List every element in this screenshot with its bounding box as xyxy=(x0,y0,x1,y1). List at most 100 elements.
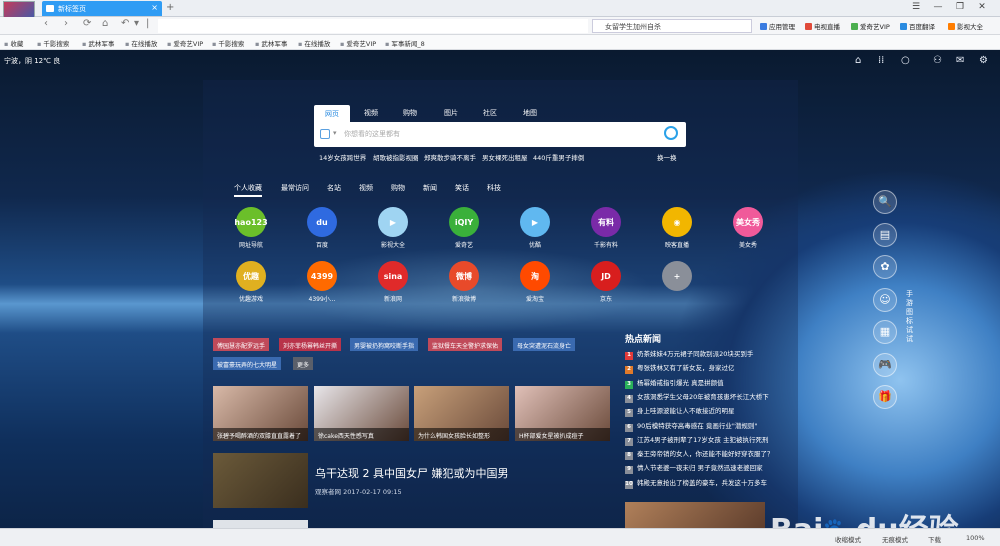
search-tab-web[interactable]: 网页 xyxy=(314,105,350,122)
category-tab-jokes[interactable]: 笑话 xyxy=(455,183,469,193)
chevron-down-icon[interactable]: ▾ xyxy=(134,18,139,29)
bookmark-item[interactable]: 军事新闻_8 xyxy=(385,38,424,48)
news-thumbnail[interactable]: 张碧予喝醉酒的双膝直直露着了 xyxy=(213,386,308,441)
app-shortcut[interactable]: du 百度 xyxy=(290,207,354,249)
close-tab-icon[interactable]: × xyxy=(151,3,158,12)
app-shortcut[interactable]: iQIY 爱奇艺 xyxy=(432,207,496,249)
home-icon[interactable]: ⌂ xyxy=(855,55,861,66)
hot-news-item[interactable]: 5 身上哇源波能让人不敢接近的明星 xyxy=(625,405,785,418)
toolbar-app-manage[interactable]: 应用管理 xyxy=(760,21,795,31)
hot-news-item[interactable]: 1 奶茶妹妹4万元裙子同款别派20块买到手 xyxy=(625,348,785,361)
app-shortcut[interactable]: 优趣 优趣游戏 xyxy=(219,261,283,303)
hot-search-item[interactable]: 男女裸死出租屋 xyxy=(482,152,528,162)
bookmark-item[interactable]: 在线播放 xyxy=(298,38,330,48)
hot-news-item[interactable]: 9 情人节老婆一夜未归 男子竟然迅速老婆回家 xyxy=(625,462,785,475)
app-shortcut[interactable]: 微博 新浪微博 xyxy=(432,261,496,303)
compact-mode-toggle[interactable]: 收缩模式 xyxy=(835,534,861,544)
toolbar-tv-live[interactable]: 电视直播 xyxy=(805,21,840,31)
app-shortcut[interactable]: + xyxy=(645,261,709,294)
hot-search-item[interactable]: 440斤重男子摔倒 xyxy=(533,152,584,162)
address-bar[interactable] xyxy=(158,19,588,33)
category-tab-news[interactable]: 新闻 xyxy=(423,183,437,193)
gamepad-icon[interactable]: 🎮 xyxy=(873,352,897,377)
weather-widget[interactable]: 宁波，阴 12℃ 良 xyxy=(4,56,60,66)
smiley-icon[interactable]: ☺ xyxy=(873,287,897,312)
hot-news-item[interactable]: 4 女孩洞悉学生父母20年被育孩患坏长江大桥下 xyxy=(625,391,785,404)
search-engine-icon[interactable] xyxy=(320,129,330,139)
headline-title[interactable]: 乌干达现 2 具中国女尸 嫌犯或为中国男 xyxy=(315,465,509,481)
app-shortcut[interactable]: ▶ 优酷 xyxy=(503,207,567,249)
hot-news-item[interactable]: 6 90后模特获夺高毒感在 竟画行业"潜规则" xyxy=(625,420,785,433)
search-icon[interactable]: 🔍 xyxy=(873,190,897,214)
hot-search-item[interactable]: 胡歌被指影视圈 xyxy=(373,152,419,162)
category-tab-favorites[interactable]: 个人收藏 xyxy=(234,183,262,197)
search-tab-map[interactable]: 地图 xyxy=(523,108,537,118)
chevron-down-icon[interactable]: ▾ xyxy=(333,129,337,137)
app-shortcut[interactable]: sina 新浪网 xyxy=(361,261,425,303)
search-tab-images[interactable]: 图片 xyxy=(444,108,458,118)
new-tab-button[interactable]: + xyxy=(166,2,174,13)
app-shortcut[interactable]: ▶ 影视大全 xyxy=(361,207,425,249)
toolbar-video-center[interactable]: 影视大全 xyxy=(948,21,983,31)
film-reel-icon[interactable]: ✿ xyxy=(873,255,897,279)
side-text[interactable]: 手游图标试试 xyxy=(906,290,914,344)
bookmark-item[interactable]: 收藏 xyxy=(4,38,23,48)
app-shortcut[interactable]: 有料 千影有料 xyxy=(574,207,638,249)
app-shortcut[interactable]: 美女秀 美女秀 xyxy=(716,207,780,249)
toolbar-baidu-translate[interactable]: 百度翻译 xyxy=(900,21,935,31)
mail-icon[interactable]: ✉ xyxy=(956,55,964,66)
hot-tag[interactable]: 傅园慧亦配罗远手 xyxy=(213,338,270,351)
app-shortcut[interactable]: JD 京东 xyxy=(574,261,638,303)
search-tab-video[interactable]: 视频 xyxy=(364,108,378,118)
bookmark-item[interactable]: 在线播放 xyxy=(125,38,157,48)
hot-tag[interactable]: 监狱餐车天全警护求保佑 xyxy=(428,338,503,351)
hot-tag[interactable]: 更多 xyxy=(293,357,314,370)
news-icon[interactable]: ▤ xyxy=(873,222,897,247)
hot-news-item[interactable]: 2 粤张铁林又有了新女友，身家过亿 xyxy=(625,362,785,375)
gift-icon[interactable]: 🎁 xyxy=(873,385,897,409)
image-icon[interactable]: ▦ xyxy=(873,320,897,344)
menu-icon[interactable]: ☰ xyxy=(906,2,926,12)
hot-tag[interactable]: 母女突遭泥石流身亡 xyxy=(513,338,576,351)
user-icon[interactable]: ⚇ xyxy=(933,55,942,66)
toolbar-iqiyi-vip[interactable]: 爱奇艺VIP xyxy=(851,21,890,31)
search-tab-community[interactable]: 社区 xyxy=(483,108,497,118)
search-input[interactable]: 你想看的这里都有 xyxy=(344,129,400,139)
category-tab-tech[interactable]: 科技 xyxy=(487,183,501,193)
app-shortcut[interactable]: hao123 网址导航 xyxy=(219,207,283,249)
search-icon[interactable] xyxy=(664,126,678,140)
category-tab-shopping[interactable]: 购物 xyxy=(391,183,405,193)
tab-new-tab[interactable]: 新标签页 × xyxy=(42,1,162,16)
news-thumbnail[interactable]: H杯部爱女星被扒成痘子 xyxy=(515,386,610,441)
hot-news-item[interactable]: 7 江苏4男子被刑辈了17岁女孩 主犯被执行死刑 xyxy=(625,434,785,447)
bookmark-item[interactable]: 千影搜索 xyxy=(37,38,69,48)
hot-tag[interactable]: 被富豪玩弄的七大明星 xyxy=(213,357,282,370)
refresh-link[interactable]: 换一换 xyxy=(657,152,677,162)
hot-tag[interactable]: 男婴被扔狗窝咬断手指 xyxy=(350,338,419,351)
news-thumbnail[interactable]: 徐cake西天性感写真 xyxy=(314,386,409,441)
back-icon[interactable]: ‹ xyxy=(44,18,48,29)
news-thumbnail[interactable]: 为什么韩国女孩脸长如整形 xyxy=(414,386,509,441)
maximize-icon[interactable]: ❐ xyxy=(950,2,970,12)
refresh-icon[interactable]: ⟳ xyxy=(83,18,91,29)
hot-news-item[interactable]: 8 秦王旁帝销的女人，你还能不能好好穿衣服了？ xyxy=(625,448,785,461)
category-tab-video[interactable]: 视频 xyxy=(359,183,373,193)
bookmark-item[interactable]: 爱奇艺VIP xyxy=(167,38,203,48)
category-tab-famous[interactable]: 名站 xyxy=(327,183,341,193)
settings-icon[interactable]: ⚙ xyxy=(979,55,988,66)
forward-icon[interactable]: › xyxy=(64,18,68,29)
minimize-icon[interactable]: — xyxy=(928,2,948,12)
bookmark-item[interactable]: 千影搜索 xyxy=(212,38,244,48)
bookmark-item[interactable]: 武林军事 xyxy=(255,38,287,48)
app-shortcut[interactable]: 淘爱淘宝 xyxy=(503,261,567,303)
private-mode-toggle[interactable]: 无痕模式 xyxy=(882,534,908,544)
bookmark-item[interactable]: 爱奇艺VIP xyxy=(340,38,376,48)
hot-search-item[interactable]: 14岁女孩跨世界 xyxy=(319,152,366,162)
browser-search-input[interactable]: 女留学生加州自杀 xyxy=(592,19,752,33)
zoom-level[interactable]: 100% xyxy=(966,534,985,542)
app-shortcut[interactable]: 4399 4399小... xyxy=(290,261,354,303)
hot-news-item[interactable]: 3 杨幂婚戒指引爆光 真是拼颜值 xyxy=(625,377,785,390)
app-shortcut[interactable]: ◉ 映客直播 xyxy=(645,207,709,249)
undo-icon[interactable]: ↶ xyxy=(121,18,129,29)
headline-image[interactable] xyxy=(213,453,308,508)
